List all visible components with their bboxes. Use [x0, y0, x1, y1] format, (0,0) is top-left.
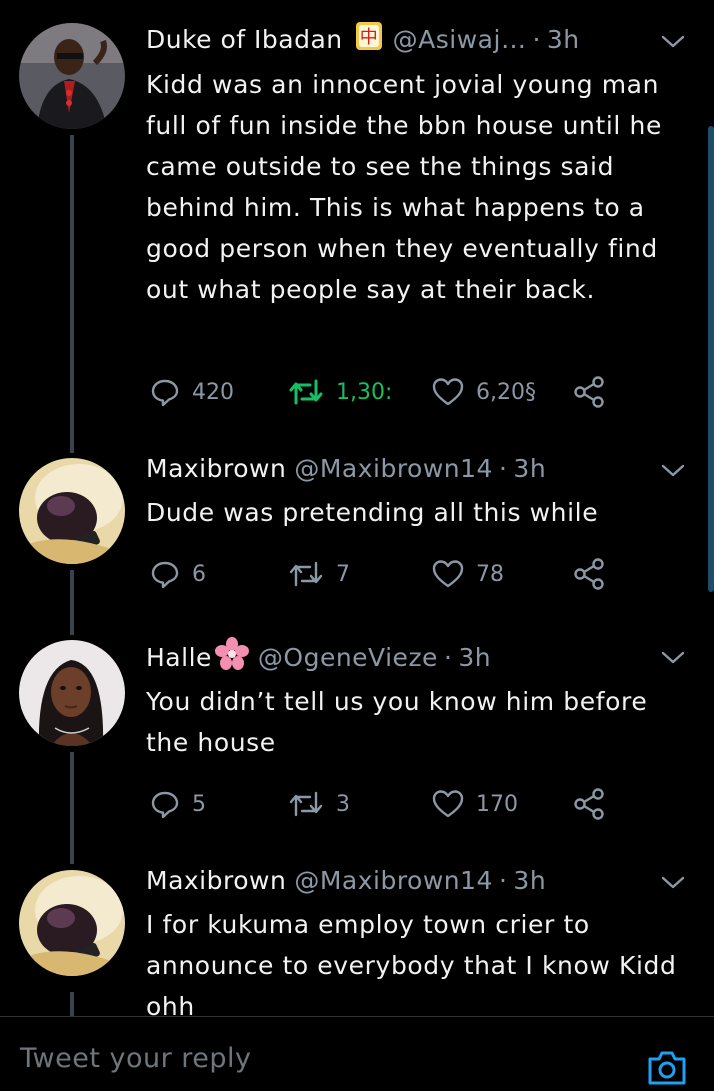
- like-count: 6,20§: [476, 379, 536, 405]
- user-handle[interactable]: @OgeneVieze: [258, 643, 438, 672]
- reply-button[interactable]: 420: [150, 372, 234, 412]
- thread-connector: [70, 570, 74, 635]
- user-handle[interactable]: @Maxibrown14: [294, 866, 493, 895]
- heart-icon: [432, 378, 464, 406]
- cherry-blossom-icon: [214, 636, 250, 678]
- chevron-down-icon[interactable]: [660, 871, 686, 893]
- reply-count: 5: [192, 791, 206, 817]
- like-button[interactable]: 6,20§: [432, 372, 536, 412]
- timestamp: 3h: [513, 865, 547, 895]
- avatar-maxibrown[interactable]: [19, 870, 125, 976]
- like-button[interactable]: 78: [432, 554, 504, 594]
- retweet-icon: [289, 379, 323, 405]
- timestamp: 3h: [546, 24, 580, 54]
- display-name[interactable]: Halle: [146, 643, 212, 672]
- chevron-down-icon[interactable]: [660, 646, 686, 668]
- timestamp: 3h: [513, 453, 547, 483]
- separator-dot: ·: [498, 865, 508, 895]
- tweet-header: Halle @OgeneVieze · 3h: [146, 637, 492, 674]
- reply-bar: Tweet your reply: [0, 1016, 714, 1091]
- tweet-text: Kidd was an innocent jovial young man fu…: [146, 70, 662, 304]
- tweet-text: You didn’t tell us you know him before t…: [146, 687, 648, 757]
- share-button[interactable]: [572, 372, 606, 412]
- tweet-actions: 6 7 78: [146, 554, 616, 594]
- scrollbar[interactable]: [708, 126, 714, 592]
- svg-text:中: 中: [359, 27, 378, 48]
- tweet-header: Maxibrown @Maxibrown14 · 3h: [146, 863, 546, 897]
- tweet-actions: 420 1,30: 6,20§: [146, 372, 616, 412]
- tweet-text: Dude was pretending all this while: [146, 498, 599, 527]
- tweet-header: Duke of Ibadan 中 @Asiwaj… · 3h: [146, 22, 580, 56]
- retweet-icon: [289, 561, 323, 587]
- reply-count: 6: [192, 561, 206, 587]
- tweet-actions: 5 3 170: [146, 784, 616, 824]
- mahjong-tile-icon: 中: [353, 20, 385, 58]
- reply-button[interactable]: 6: [150, 554, 206, 594]
- like-count: 170: [476, 791, 518, 817]
- heart-icon: [432, 790, 464, 818]
- thread-connector: [70, 135, 74, 453]
- retweet-button[interactable]: 3: [288, 784, 350, 824]
- retweet-icon: [289, 791, 323, 817]
- reply-input[interactable]: Tweet your reply: [20, 1043, 252, 1074]
- display-name[interactable]: Duke of Ibadan: [146, 25, 343, 54]
- display-name[interactable]: Maxibrown: [146, 866, 286, 895]
- share-icon: [574, 788, 604, 820]
- separator-dot: ·: [532, 24, 541, 54]
- share-icon: [574, 558, 604, 590]
- thread-connector: [70, 992, 74, 1016]
- retweet-button[interactable]: 1,30:: [288, 372, 392, 412]
- share-icon: [574, 376, 604, 408]
- share-button[interactable]: [572, 554, 606, 594]
- like-count: 78: [476, 561, 504, 587]
- reply-thread: Duke of Ibadan 中 @Asiwaj… · 3h Kidd was …: [0, 0, 714, 1016]
- avatar-halle[interactable]: [19, 640, 125, 746]
- separator-dot: ·: [443, 642, 453, 672]
- reply-icon: [151, 791, 179, 819]
- retweet-count: 1,30:: [336, 379, 393, 405]
- display-name[interactable]: Maxibrown: [146, 454, 286, 483]
- reply-icon: [151, 561, 179, 589]
- chevron-down-icon[interactable]: [660, 459, 686, 481]
- retweet-count: 7: [336, 561, 350, 587]
- avatar-duke[interactable]: [19, 23, 125, 129]
- separator-dot: ·: [498, 453, 508, 483]
- tweet-text: I for kukuma employ town crier to announ…: [146, 910, 677, 1016]
- heart-icon: [432, 560, 464, 588]
- user-handle[interactable]: @Asiwaj…: [393, 25, 527, 54]
- camera-icon[interactable]: [646, 1047, 688, 1089]
- retweet-button[interactable]: 7: [288, 554, 350, 594]
- like-button[interactable]: 170: [432, 784, 518, 824]
- reply-count: 420: [192, 379, 234, 405]
- avatar-maxibrown[interactable]: [19, 458, 125, 564]
- retweet-count: 3: [336, 791, 350, 817]
- chevron-down-icon[interactable]: [660, 30, 686, 52]
- tweet-header: Maxibrown @Maxibrown14 · 3h: [146, 451, 546, 485]
- timestamp: 3h: [458, 642, 492, 672]
- thread-connector: [70, 752, 74, 864]
- user-handle[interactable]: @Maxibrown14: [294, 454, 493, 483]
- reply-icon: [151, 379, 179, 407]
- share-button[interactable]: [572, 784, 606, 824]
- reply-button[interactable]: 5: [150, 784, 206, 824]
